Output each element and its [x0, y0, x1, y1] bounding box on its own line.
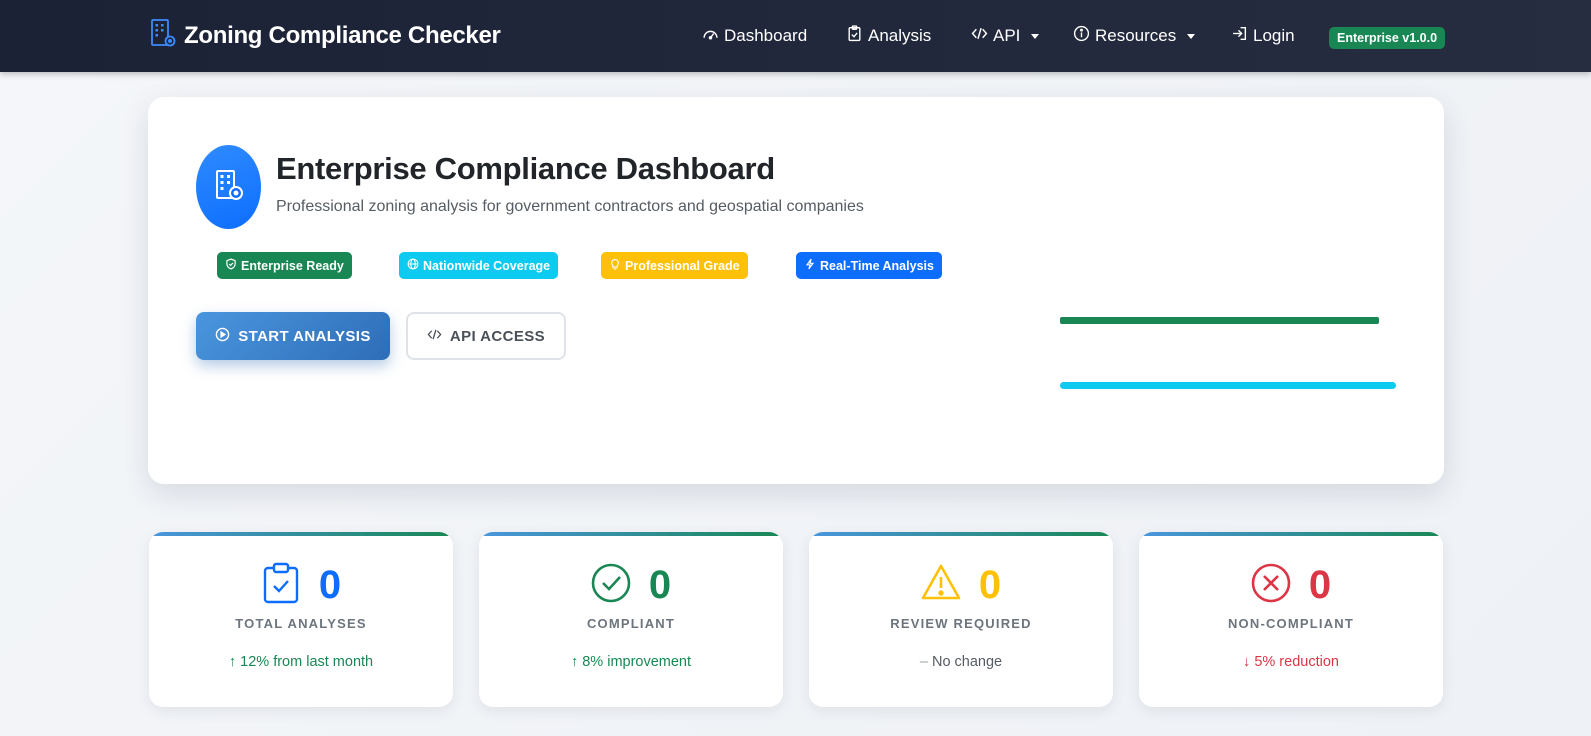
nav-resources-label: Resources: [1095, 26, 1177, 45]
stat-label: TOTAL ANALYSES: [235, 616, 367, 631]
login-icon: [1231, 25, 1248, 47]
chevron-down-icon: [1187, 33, 1196, 39]
nav-analysis[interactable]: Analysis: [846, 24, 931, 48]
start-analysis-button[interactable]: START ANALYSIS: [196, 312, 390, 360]
stat-value: 0: [648, 563, 672, 607]
globe-icon: [407, 258, 419, 273]
stat-trend: ↑ 8% improvement: [479, 654, 783, 670]
info-circle-icon: [1073, 25, 1090, 47]
feature-badge-real-time-analysis: Real-Time Analysis: [796, 252, 942, 279]
stat-trend: ↑ 12% from last month: [149, 654, 453, 670]
stat-card-compliant: 0 COMPLIANT ↑ 8% improvement: [479, 532, 783, 707]
progress-bar-cyan: [1060, 382, 1396, 389]
stat-trend-text: 5% reduction: [1254, 654, 1339, 670]
feature-badge-label: Professional Grade: [625, 258, 740, 273]
lightning-icon: [804, 258, 816, 273]
stat-trend: ↓ 5% reduction: [1139, 654, 1443, 670]
warning-triangle-icon: [921, 562, 961, 609]
version-badge: Enterprise v1.0.0: [1329, 27, 1446, 49]
nav-dashboard[interactable]: Dashboard: [702, 24, 807, 48]
arrow-up-icon: ↑: [228, 654, 237, 670]
clipboard-check-icon: [261, 562, 301, 609]
feature-badge-label: Real-Time Analysis: [820, 258, 934, 273]
stat-card-total-analyses: 0 TOTAL ANALYSES ↑ 12% from last month: [149, 532, 453, 707]
play-circle-icon: [215, 327, 230, 346]
hero-card: Enterprise Compliance Dashboard Professi…: [148, 97, 1444, 484]
page-subtitle: Professional zoning analysis for governm…: [276, 198, 864, 215]
api-access-button[interactable]: API ACCESS: [406, 312, 566, 360]
code-icon: [427, 327, 442, 346]
stat-value: 0: [1308, 563, 1332, 607]
brand-name: Zoning Compliance Checker: [184, 22, 501, 49]
shield-check-icon: [225, 258, 237, 273]
lightbulb-icon: [609, 258, 621, 273]
building-gear-icon: [214, 169, 244, 206]
chevron-down-icon: [1031, 33, 1040, 39]
x-circle-icon: [1251, 562, 1291, 609]
check-circle-icon: [591, 562, 631, 609]
progress-bar-green: [1060, 317, 1379, 324]
top-navbar: Zoning Compliance Checker Dashboard Anal…: [0, 0, 1591, 72]
arrow-down-icon: ↓: [1243, 654, 1251, 670]
page-title: Enterprise Compliance Dashboard: [276, 151, 775, 186]
nav-resources-dropdown[interactable]: Resources: [1073, 24, 1196, 48]
feature-badge-nationwide-coverage: Nationwide Coverage: [399, 252, 559, 279]
stat-trend-text: 8% improvement: [582, 654, 692, 670]
stat-card-review-required: 0 REVIEW REQUIRED – No change: [809, 532, 1113, 707]
hero-logo: [196, 145, 261, 229]
nav-login-label: Login: [1253, 26, 1295, 45]
stat-trend-text: No change: [931, 654, 1003, 670]
code-icon: [971, 25, 988, 47]
stat-label: NON-COMPLIANT: [1227, 616, 1355, 631]
stat-label: COMPLIANT: [586, 616, 676, 631]
nav-api-dropdown[interactable]: API: [971, 24, 1040, 48]
brand[interactable]: Zoning Compliance Checker: [150, 18, 501, 55]
feature-badge-professional-grade: Professional Grade: [601, 252, 748, 279]
stat-card-non-compliant: 0 NON-COMPLIANT ↓ 5% reduction: [1139, 532, 1443, 707]
speedometer-icon: [702, 25, 719, 47]
stat-trend-text: 12% from last month: [240, 654, 374, 670]
feature-badge-enterprise-ready: Enterprise Ready: [217, 252, 352, 279]
api-access-label: API ACCESS: [449, 327, 546, 345]
stat-value: 0: [978, 563, 1002, 607]
feature-badge-label: Enterprise Ready: [241, 258, 344, 273]
stat-trend: – No change: [809, 654, 1113, 670]
nav-login[interactable]: Login: [1231, 24, 1295, 48]
arrow-up-icon: ↑: [570, 654, 579, 670]
stat-value: 0: [318, 563, 342, 607]
building-gear-icon: [150, 18, 176, 55]
feature-badge-label: Nationwide Coverage: [423, 258, 551, 273]
nav-analysis-label: Analysis: [868, 26, 932, 45]
nav-dashboard-label: Dashboard: [724, 26, 808, 45]
nav-api-label: API: [993, 26, 1021, 45]
start-analysis-label: START ANALYSIS: [238, 327, 371, 345]
stat-label: REVIEW REQUIRED: [890, 616, 1032, 631]
dash-icon: –: [919, 654, 928, 670]
clipboard-check-icon: [846, 25, 863, 47]
